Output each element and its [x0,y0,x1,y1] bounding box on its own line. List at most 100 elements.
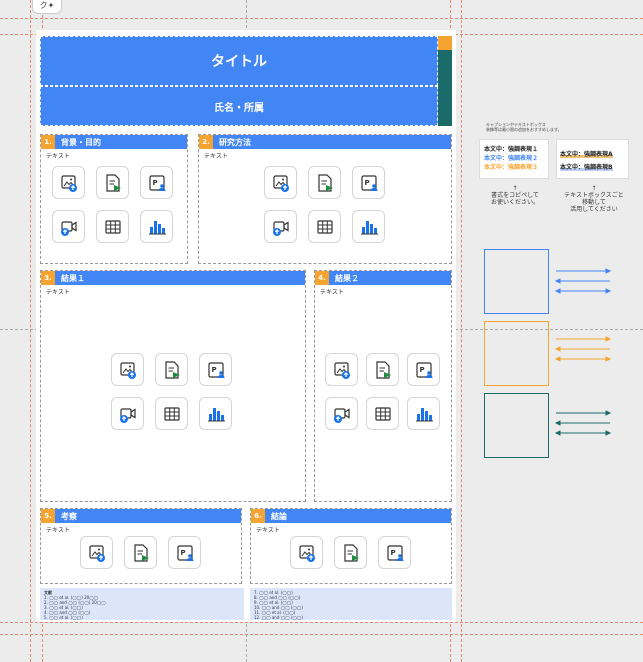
section-5-body: テキスト [46,527,70,534]
section-1-title: 背景・目的 [61,137,101,147]
bar-chart-icon [206,404,226,424]
arrow-samples [554,268,612,436]
profile-doc-button[interactable]: P [140,166,173,199]
table-button[interactable] [366,397,399,430]
guide-line [0,18,643,19]
section-2-title: 研究方法 [219,137,251,147]
emphasis-line-b: 本文中：強調表現B [560,164,613,171]
image-upload-icon [118,360,138,380]
bar-chart-button[interactable] [199,397,232,430]
slides-insert-button[interactable] [155,353,188,386]
section-1-header: 1. 背景・目的 [41,135,187,149]
bar-chart-button[interactable] [140,210,173,243]
profile-doc-icon: P [175,543,195,563]
profile-doc-icon: P [206,360,226,380]
references-right[interactable]: 7. ◯◯ et al. (◯◯) 8. ◯◯ and ◯◯ (◯◯) 9. ◯… [250,588,452,620]
section-2-panel[interactable]: 2. 研究方法 テキスト [198,134,452,264]
svg-text:P: P [364,179,369,187]
guide-line [0,622,643,623]
svg-text:P: P [180,549,185,557]
references-left[interactable]: 文献 1. ◯◯ et al. (◯◯) 20◯◯ 2. ◯◯ and ◯◯ (… [40,588,244,620]
profile-doc-icon: P [359,173,379,193]
table-button[interactable] [308,210,341,243]
copy-note-text: 書式をコピペして お使いください。 [490,192,539,206]
move-note: ↑ テキストボックスごと 移動して 活用してください [556,185,632,213]
bar-chart-icon [359,217,379,237]
profile-doc-button[interactable]: P [199,353,232,386]
guide-line [0,634,643,635]
table-button[interactable] [96,210,129,243]
video-upload-button[interactable] [52,210,85,243]
bar-chart-icon [147,217,167,237]
author-box[interactable]: 氏名・所属 [40,86,438,126]
image-upload-icon [271,173,291,193]
slides-insert-icon [103,173,123,193]
image-upload-button[interactable] [52,166,85,199]
image-upload-button[interactable] [264,166,297,199]
profile-doc-icon: P [147,173,167,193]
title-box[interactable]: タイトル [40,36,438,86]
emphasis-line-1: 本文中：強調表現１ [484,146,539,153]
video-upload-button[interactable] [111,397,144,430]
side-caption-line2: 装飾等は最小限の追加をおすすめします。 [486,127,562,132]
section-6-body: テキスト [256,527,280,534]
slides-insert-icon [341,543,361,563]
image-upload-button[interactable] [80,536,113,569]
image-upload-icon [297,543,317,563]
video-upload-icon [332,404,352,424]
section-6-number: 6. [251,509,265,523]
section-4-body: テキスト [320,289,344,296]
slides-insert-button[interactable] [124,536,157,569]
section-4-panel[interactable]: 4. 結果２ テキスト [314,270,452,502]
profile-doc-button[interactable]: P [407,353,440,386]
emphasis-line-a: 本文中：強調表現A [560,151,613,158]
video-upload-button[interactable] [264,210,297,243]
video-upload-icon [59,217,79,237]
section-5-header: 5. 考察 [41,509,241,523]
profile-doc-button[interactable]: P [168,536,201,569]
canvas-tab[interactable]: ク✦ [32,0,62,14]
image-upload-icon [59,173,79,193]
slides-insert-icon [162,360,182,380]
emphasis-card-1[interactable]: 本文中：強調表現１ 本文中：強調表現２ 本文中：強調表現３ [479,139,549,179]
slides-insert-button[interactable] [308,166,341,199]
profile-doc-icon: P [414,360,434,380]
slides-insert-button[interactable] [334,536,367,569]
table-icon [162,404,182,424]
teal-frame-sample[interactable] [484,393,549,458]
slides-insert-icon [373,360,393,380]
bar-chart-button[interactable] [407,397,440,430]
image-upload-button[interactable] [111,353,144,386]
move-note-text: テキストボックスごと 移動して 活用してください [564,192,624,213]
emphasis-card-2[interactable]: 本文中：強調表現A 本文中：強調表現B [556,139,629,179]
image-upload-button[interactable] [325,353,358,386]
slides-insert-button[interactable] [96,166,129,199]
bar-chart-button[interactable] [352,210,385,243]
poster-author: 氏名・所属 [214,102,264,114]
svg-text:P: P [419,366,424,374]
section-3-panel[interactable]: 3. 結果１ テキスト [40,270,306,502]
profile-doc-button[interactable]: P [378,536,411,569]
blue-frame-sample[interactable] [484,249,549,314]
table-button[interactable] [155,397,188,430]
reference-item: 12. ◯◯ and ◯◯ (◯◯) [254,615,303,620]
section-1-body: テキスト [46,153,70,160]
section-5-number: 5. [41,509,55,523]
emphasis-line-3: 本文中：強調表現３ [484,164,539,171]
image-upload-icon [87,543,107,563]
accent-teal-block [438,50,452,126]
image-upload-button[interactable] [290,536,323,569]
section-1-panel[interactable]: 1. 背景・目的 テキスト [40,134,188,264]
poster-slide: タイトル 氏名・所属 1. 背景・目的 テキスト 2. 研究方法 テキスト 3.… [36,30,456,622]
orange-frame-sample[interactable] [484,321,549,386]
guide-line [30,0,31,662]
video-upload-icon [118,404,138,424]
profile-doc-button[interactable]: P [352,166,385,199]
slides-insert-icon [315,173,335,193]
section-4-header: 4. 結果２ [315,271,451,285]
section-2-body: テキスト [204,153,228,160]
video-upload-button[interactable] [325,397,358,430]
slides-insert-button[interactable] [366,353,399,386]
guide-line [461,0,462,662]
bar-chart-icon [414,404,434,424]
